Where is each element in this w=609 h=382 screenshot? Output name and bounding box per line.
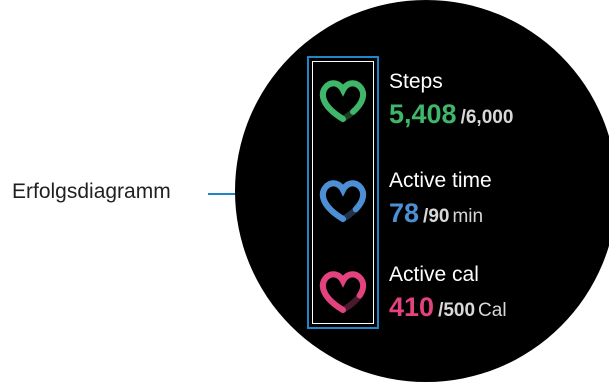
steps-current-value: 5,408 [389,99,457,129]
active-time-heart-icon [315,173,371,229]
active-cal-metric: Active cal 410/500 Cal [389,264,507,321]
active-time-goal-value: /90 [423,206,450,227]
active-time-unit: min [452,206,484,227]
active-time-current-value: 78 [389,198,420,228]
steps-heart-icon [315,73,371,129]
active-cal-goal-value: /500 [438,300,476,321]
steps-metric: Steps 5,408/6,000 [389,71,516,128]
active-cal-heart-icon [315,264,371,320]
active-time-metric: Active time 78/90 min [389,170,492,227]
active-cal-label: Active cal [389,263,479,286]
steps-goal-value: /6,000 [460,107,514,128]
active-cal-unit: Cal [478,300,507,321]
steps-label: Steps [389,70,443,93]
active-cal-current-value: 410 [389,292,435,322]
callout-label: Erfolgsdiagramm [12,180,171,203]
active-time-label: Active time [389,169,492,192]
